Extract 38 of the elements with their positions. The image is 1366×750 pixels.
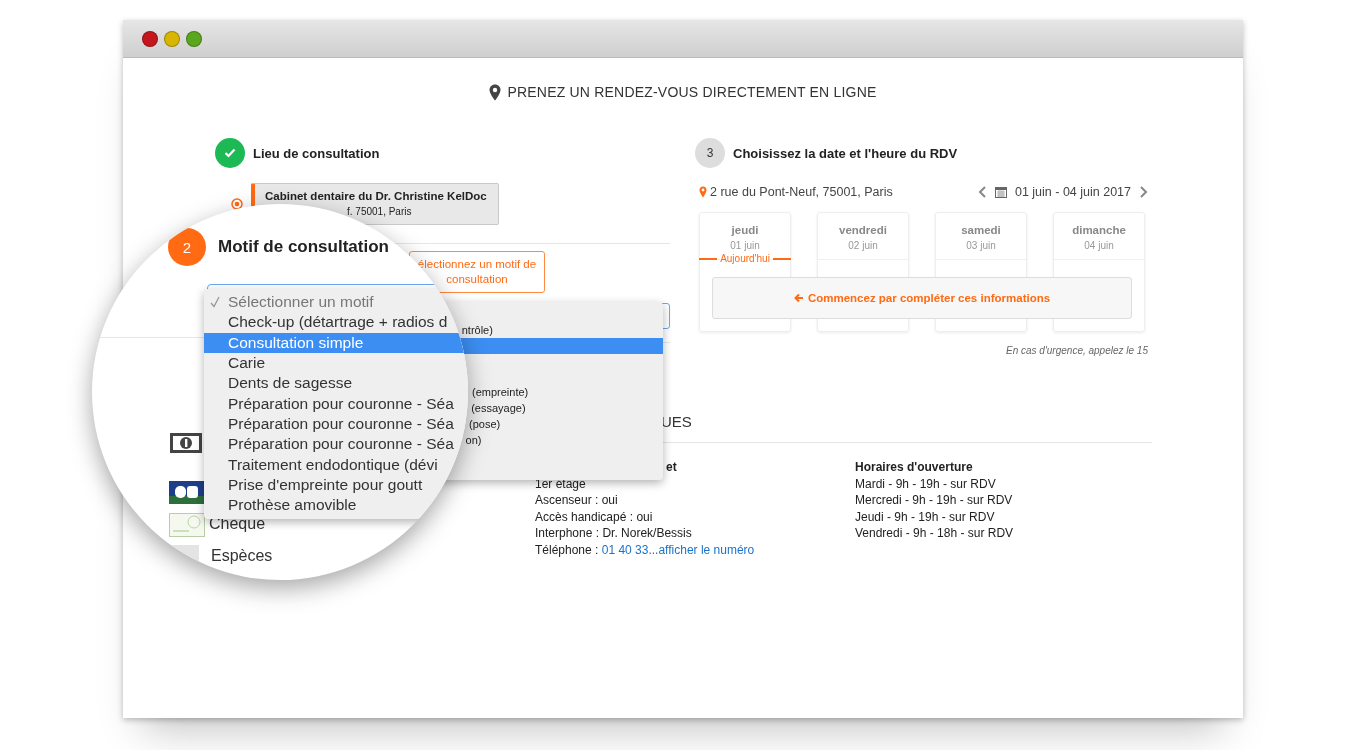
- option-text: (pose): [469, 416, 501, 432]
- option-text: (essayage): [471, 401, 526, 417]
- step-title: Motif de consultation: [218, 236, 389, 258]
- opening-hours: Vendredi - 9h - 18h - sur RDV: [855, 525, 1015, 542]
- date-range: 01 juin - 04 juin 2017: [1014, 185, 1131, 199]
- opening-hours: Mardi - 9h - 19h - sur RDV: [855, 475, 997, 492]
- opening-hours: Mercredi - 9h - 19h - sur RDV: [855, 492, 1014, 509]
- access-info: 1er étage: [535, 475, 587, 492]
- day-date: 02 juin: [847, 240, 879, 251]
- day-name: samedi: [960, 224, 1002, 236]
- practice-address: 2 rue du Pont-Neuf, 75001, Paris: [710, 185, 893, 199]
- access-info: Ascenseur : oui: [535, 492, 619, 509]
- step-title: Lieu de consultation: [253, 145, 380, 161]
- day-name: vendredi: [838, 224, 888, 236]
- access-info: Accès handicapé : oui: [535, 508, 654, 525]
- option-text: on): [465, 432, 482, 448]
- day-name: dimanche: [1071, 224, 1127, 236]
- page-heading: PRENEZ UN RENDEZ-VOUS DIRECTEMENT EN LIGNE: [507, 84, 877, 100]
- day-date: 01 juin: [729, 240, 761, 251]
- payment-method: Espèces: [211, 547, 273, 565]
- emergency-note: En cas d'urgence, appelez le 15: [1005, 345, 1148, 356]
- step-title: Choisissez la date et l'heure du RDV: [733, 145, 958, 161]
- day-date: 03 juin: [965, 240, 997, 251]
- opening-hours: Jeudi - 9h - 19h - sur RDV: [855, 508, 996, 525]
- column-heading: Horaires d'ouverture: [855, 459, 974, 476]
- practice-address: f. 75001, Paris: [346, 206, 413, 217]
- access-info: Interphone : Dr. Norek/Bessis: [535, 525, 693, 542]
- step-number-badge: 2: [168, 228, 206, 266]
- today-label: Aujourd'hui: [720, 253, 770, 264]
- practice-name: Cabinet dentaire du Dr. Christine KelDoc: [265, 190, 488, 202]
- day-name: jeudi: [730, 224, 760, 236]
- step-number-badge: 3: [695, 138, 725, 168]
- option-text: ntrôle): [461, 322, 493, 338]
- message-text: Commencez par compléter ces informations: [807, 292, 1051, 304]
- option-text: (empreinte): [472, 385, 529, 401]
- phone-info: Téléphone : 01 40 33...afficher le numéro: [535, 541, 756, 558]
- column-heading: et: [665, 459, 678, 476]
- day-date: 04 juin: [1083, 240, 1115, 251]
